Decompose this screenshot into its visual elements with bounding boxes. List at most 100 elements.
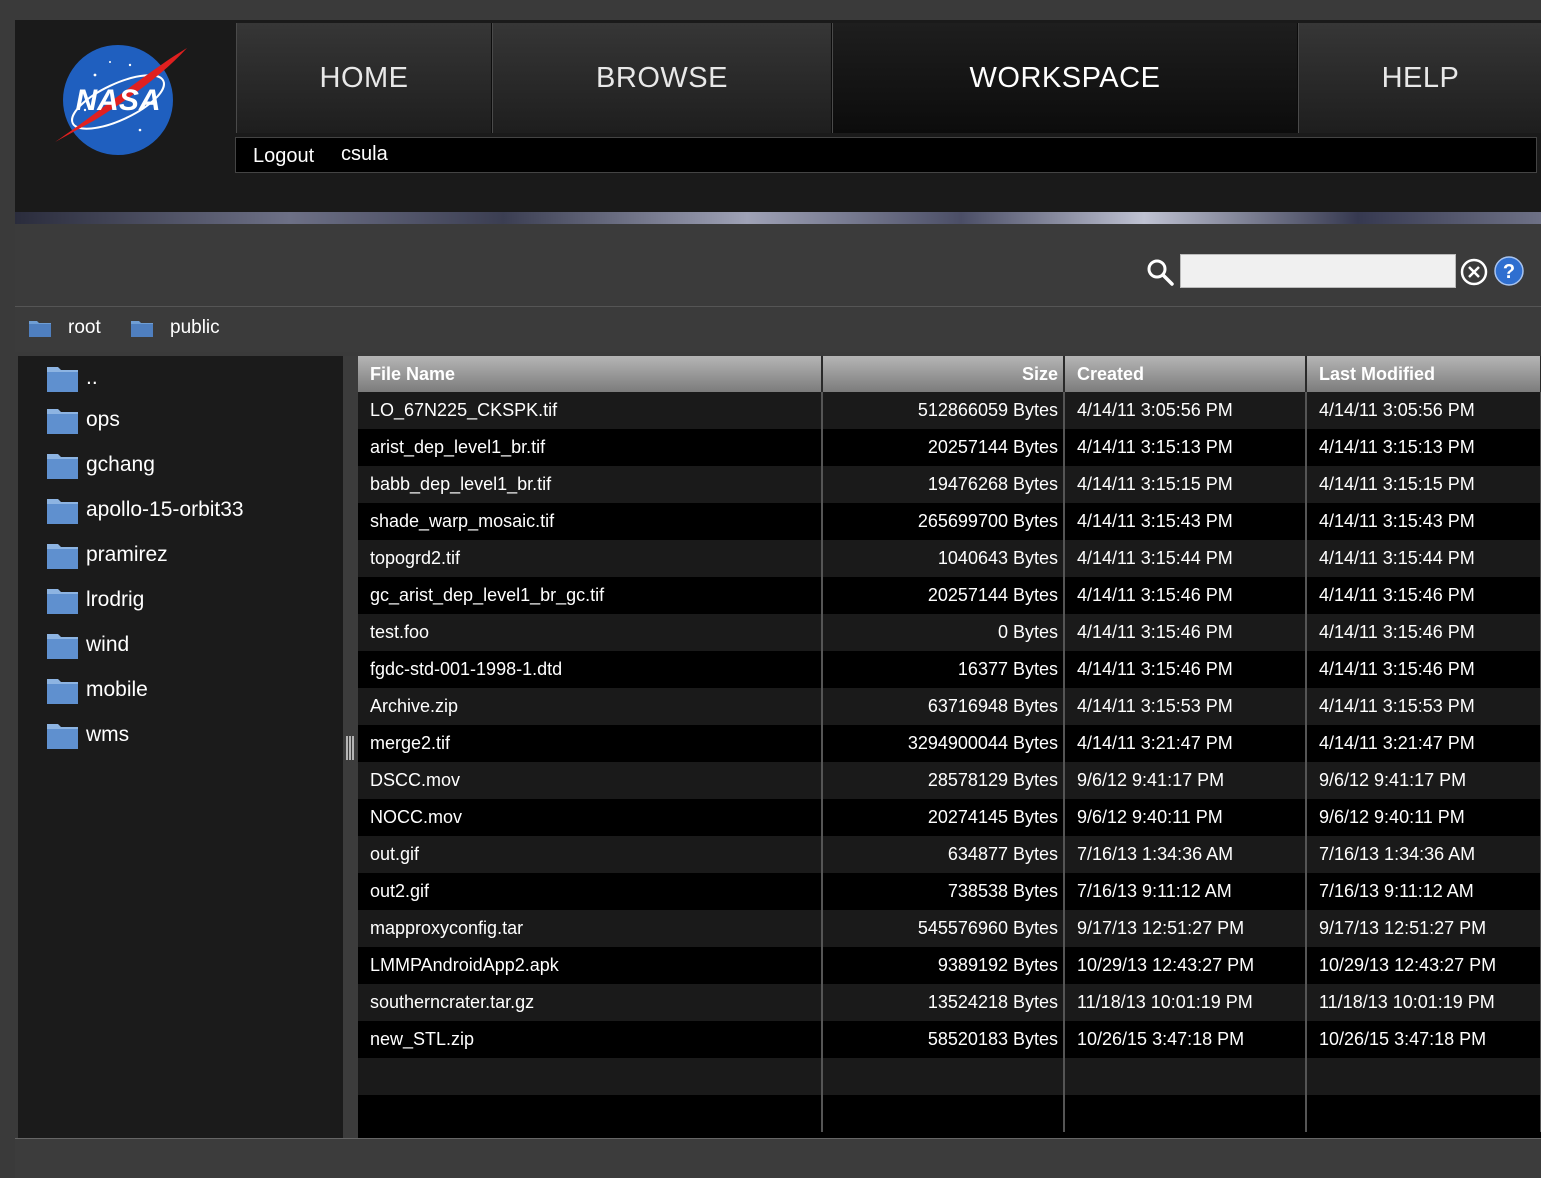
table-row[interactable]: arist_dep_level1_br.tif 20257144 Bytes 4/1… bbox=[358, 429, 1541, 466]
cell-last-modified: 9/6/12 9:40:11 PM bbox=[1306, 799, 1541, 836]
sidebar-folder-item[interactable]: .. bbox=[46, 363, 98, 393]
table-row[interactable]: out.gif 634877 Bytes 7/16/13 1:34:36 AM 7/1… bbox=[358, 836, 1541, 873]
sidebar-folder-label: mobile bbox=[86, 678, 148, 701]
nav-home[interactable]: HOME bbox=[236, 23, 492, 133]
table-row[interactable] bbox=[358, 1095, 1541, 1132]
sidebar-folder-item[interactable]: gchang bbox=[46, 450, 155, 480]
cell-created: 4/14/11 3:05:56 PM bbox=[1064, 392, 1307, 429]
cell-size: 13524218 Bytes bbox=[822, 984, 1065, 1021]
nav-help[interactable]: HELP bbox=[1298, 23, 1541, 133]
cell-created bbox=[1064, 1058, 1307, 1095]
table-row[interactable]: gc_arist_dep_level1_br_gc.tif 20257144 By… bbox=[358, 577, 1541, 614]
folder-icon bbox=[47, 499, 78, 524]
table-row[interactable] bbox=[358, 1058, 1541, 1095]
table-row[interactable]: merge2.tif 3294900044 Bytes 4/14/11 3:21:4… bbox=[358, 725, 1541, 762]
cell-size: 738538 Bytes bbox=[822, 873, 1065, 910]
cell-size: 265699700 Bytes bbox=[822, 503, 1065, 540]
cell-last-modified: 10/29/13 12:43:27 PM bbox=[1306, 947, 1541, 984]
sidebar-folder-item[interactable]: mobile bbox=[46, 675, 148, 705]
splitter-grip-icon[interactable] bbox=[345, 735, 355, 761]
table-row[interactable]: shade_warp_mosaic.tif 265699700 Bytes 4/14… bbox=[358, 503, 1541, 540]
nav-workspace[interactable]: WORKSPACE bbox=[832, 23, 1298, 133]
table-row[interactable]: out2.gif 738538 Bytes 7/16/13 9:11:12 AM 7/… bbox=[358, 873, 1541, 910]
cell-created: 7/16/13 1:34:36 AM bbox=[1064, 836, 1307, 873]
cell-size: 3294900044 Bytes bbox=[822, 725, 1065, 762]
folder-icon bbox=[47, 679, 78, 704]
table-row[interactable]: LMMPAndroidApp2.apk 9389192 Bytes 10/29/13… bbox=[358, 947, 1541, 984]
folder-icon bbox=[47, 724, 78, 749]
cell-file-name: southerncrater.tar.gz bbox=[358, 984, 823, 1021]
column-header-file-name[interactable]: File Name bbox=[358, 356, 823, 392]
column-header-size[interactable]: Size bbox=[822, 356, 1065, 392]
logo-wordmark: NASA bbox=[75, 84, 160, 117]
cell-size bbox=[822, 1095, 1065, 1132]
sidebar-folder-item[interactable]: ops bbox=[46, 405, 120, 435]
table-header-row: File Name Size Created Last Modified bbox=[358, 356, 1541, 392]
sidebar-folder-label: wind bbox=[86, 633, 130, 656]
cell-file-name bbox=[358, 1095, 823, 1132]
cell-file-name: out.gif bbox=[358, 836, 823, 873]
table-row[interactable]: LO_67N225_CKSPK.tif 512866059 Bytes 4/14/1… bbox=[358, 392, 1541, 429]
table-row[interactable]: mapproxyconfig.tar 545576960 Bytes 9/17/13… bbox=[358, 910, 1541, 947]
cell-file-name: babb_dep_level1_br.tif bbox=[358, 466, 823, 503]
cell-last-modified: 4/14/11 3:15:53 PM bbox=[1306, 688, 1541, 725]
status-footer bbox=[15, 1138, 1541, 1178]
cell-last-modified: 4/14/11 3:15:44 PM bbox=[1306, 540, 1541, 577]
sidebar-folder-label: apollo-15-orbit33 bbox=[86, 498, 244, 521]
sidebar-folder-item[interactable]: wms bbox=[46, 720, 129, 750]
cell-file-name: arist_dep_level1_br.tif bbox=[358, 429, 823, 466]
sidebar-folder-label: wms bbox=[86, 723, 130, 746]
sidebar-folder-item[interactable]: pramirez bbox=[46, 540, 168, 570]
folder-icon bbox=[47, 367, 78, 392]
cell-last-modified: 4/14/11 3:15:15 PM bbox=[1306, 466, 1541, 503]
sidebar-folder-item[interactable]: wind bbox=[46, 630, 129, 660]
nav-browse[interactable]: BROWSE bbox=[492, 23, 832, 133]
search-icon bbox=[1147, 259, 1174, 286]
cell-last-modified: 9/6/12 9:41:17 PM bbox=[1306, 762, 1541, 799]
cell-created: 4/14/11 3:15:46 PM bbox=[1064, 577, 1307, 614]
cell-file-name: mapproxyconfig.tar bbox=[358, 910, 823, 947]
table-row[interactable]: Archive.zip 63716948 Bytes 4/14/11 3:15:53… bbox=[358, 688, 1541, 725]
window-edge bbox=[0, 0, 15, 1177]
cell-size: 63716948 Bytes bbox=[822, 688, 1065, 725]
help-icon[interactable]: ? bbox=[1494, 256, 1524, 286]
cell-size: 58520183 Bytes bbox=[822, 1021, 1065, 1058]
cell-size: 634877 Bytes bbox=[822, 836, 1065, 873]
folder-icon bbox=[47, 409, 78, 434]
nasa-logo[interactable]: NASA bbox=[55, 40, 190, 158]
column-header-created[interactable]: Created bbox=[1064, 356, 1307, 392]
folder-icon bbox=[47, 634, 78, 659]
sidebar-folder-label: lrodrig bbox=[86, 588, 145, 611]
table-row[interactable]: DSCC.mov 28578129 Bytes 9/6/12 9:41:17 PM 9… bbox=[358, 762, 1541, 799]
table-row[interactable]: southerncrater.tar.gz 13524218 Bytes 11/18… bbox=[358, 984, 1541, 1021]
breadcrumb-public[interactable]: public bbox=[130, 317, 220, 339]
header-banner-stripe bbox=[15, 212, 1541, 224]
table-row[interactable]: babb_dep_level1_br.tif 19476268 Bytes 4/14… bbox=[358, 466, 1541, 503]
table-row[interactable]: fgdc-std-001-1998-1.dtd 16377 Bytes 4/14/1… bbox=[358, 651, 1541, 688]
cell-size: 16377 Bytes bbox=[822, 651, 1065, 688]
cell-created: 4/14/11 3:15:46 PM bbox=[1064, 614, 1307, 651]
cell-file-name: LO_67N225_CKSPK.tif bbox=[358, 392, 823, 429]
breadcrumb-root[interactable]: root bbox=[28, 317, 101, 339]
search-input[interactable] bbox=[1180, 254, 1456, 288]
clear-search-icon[interactable] bbox=[1460, 258, 1488, 286]
table-row[interactable]: new_STL.zip 58520183 Bytes 10/26/15 3:47:1… bbox=[358, 1021, 1541, 1058]
cell-created: 10/29/13 12:43:27 PM bbox=[1064, 947, 1307, 984]
cell-created: 4/14/11 3:15:15 PM bbox=[1064, 466, 1307, 503]
table-row[interactable]: topogrd2.tif 1040643 Bytes 4/14/11 3:15:44… bbox=[358, 540, 1541, 577]
cell-created: 4/14/11 3:15:53 PM bbox=[1064, 688, 1307, 725]
logout-link[interactable]: Logout bbox=[253, 145, 314, 168]
cell-last-modified: 4/14/11 3:15:13 PM bbox=[1306, 429, 1541, 466]
folder-icon bbox=[131, 321, 153, 337]
breadcrumb-label: public bbox=[170, 317, 220, 338]
cell-file-name: new_STL.zip bbox=[358, 1021, 823, 1058]
column-header-last-modified[interactable]: Last Modified bbox=[1306, 356, 1541, 392]
sidebar-folder-item[interactable]: apollo-15-orbit33 bbox=[46, 495, 244, 525]
table-row[interactable]: test.foo 0 Bytes 4/14/11 3:15:46 PM 4/14/11… bbox=[358, 614, 1541, 651]
folder-icon bbox=[47, 454, 78, 479]
svg-text:?: ? bbox=[1503, 261, 1515, 283]
table-row[interactable]: NOCC.mov 20274145 Bytes 9/6/12 9:40:11 PM 9… bbox=[358, 799, 1541, 836]
sidebar-folder-item[interactable]: lrodrig bbox=[46, 585, 144, 615]
file-table-container: File Name Size Created Last Modified LO_… bbox=[358, 356, 1541, 1138]
cell-created: 11/18/13 10:01:19 PM bbox=[1064, 984, 1307, 1021]
